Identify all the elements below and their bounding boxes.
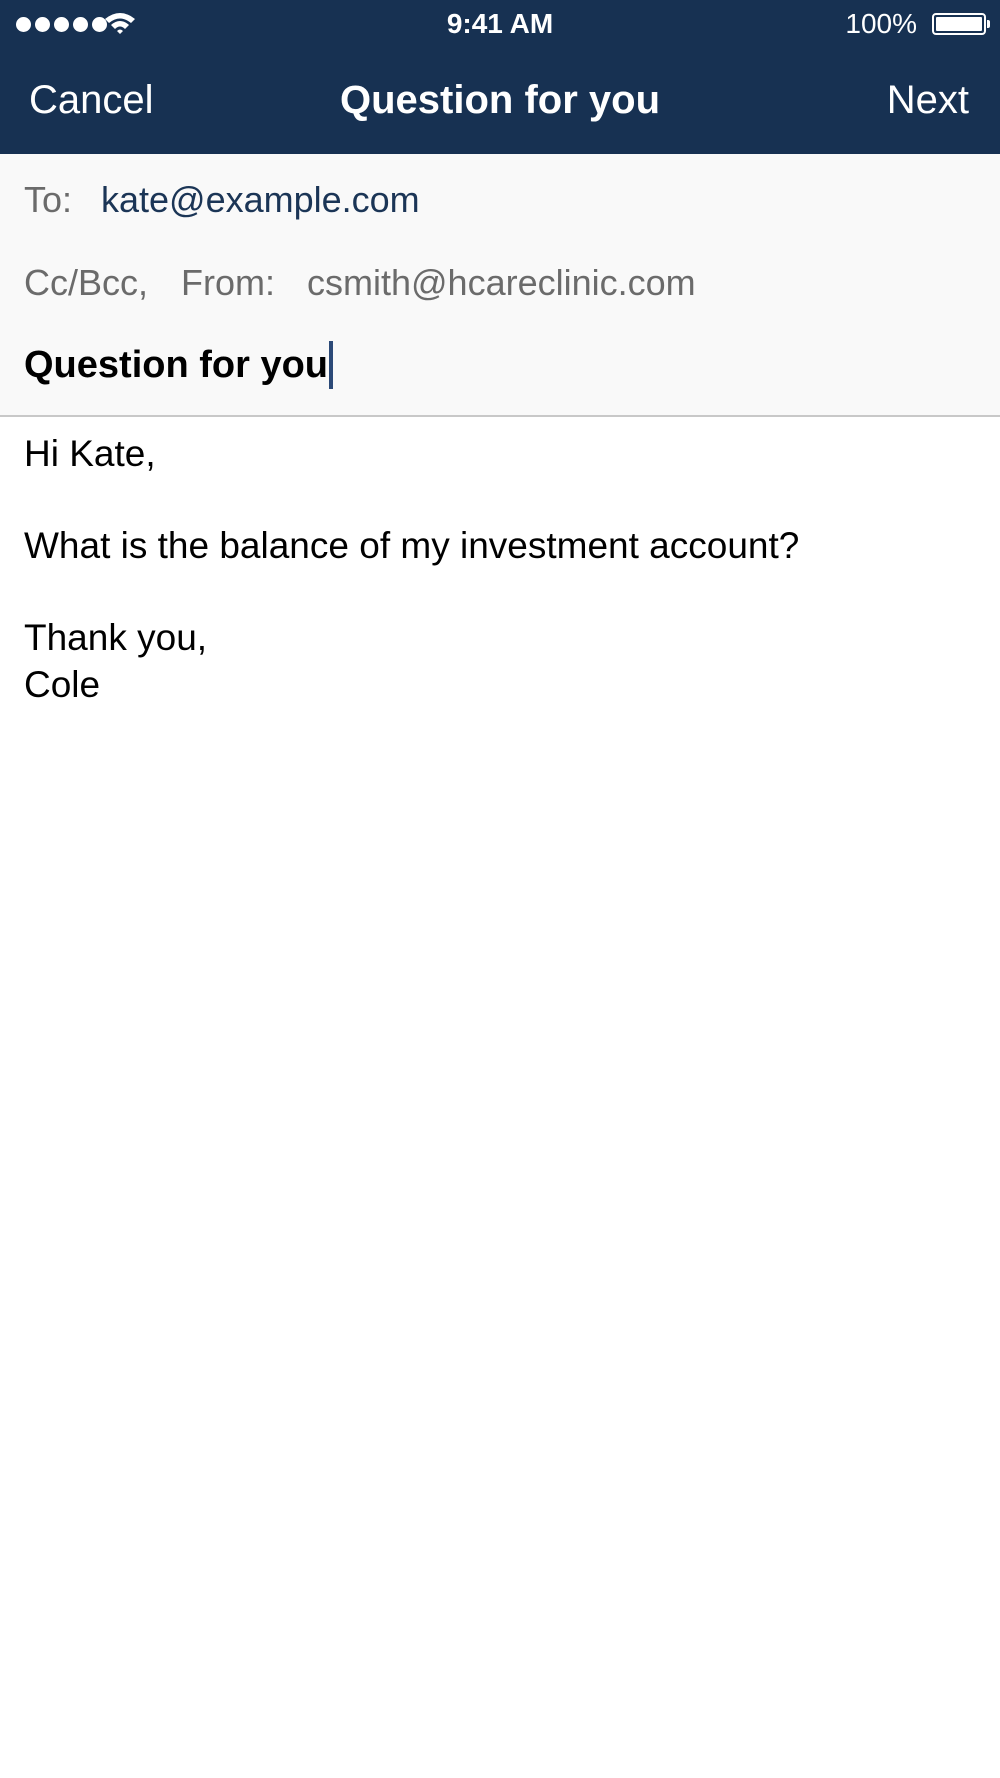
body-closing: Thank you, [24,617,208,658]
body-greeting: Hi Kate, [24,433,156,474]
battery-nub [987,20,990,28]
to-recipient-field[interactable]: kate@example.com [101,179,420,221]
subject-field[interactable]: Question for you [24,341,333,389]
battery-percentage: 100% [845,8,917,39]
next-button[interactable]: Next [887,78,969,123]
from-sender-field[interactable]: csmith@hcareclinic.com [307,262,696,304]
cc-bcc-field[interactable]: Cc/Bcc, [24,262,148,304]
subject-text: Question for you [24,343,328,386]
compose-header-fields: To: kate@example.com Cc/Bcc, From: csmit… [0,154,1000,417]
text-cursor [329,341,333,389]
navigation-bar: 9:41 AM 100% Cancel Question for you Nex… [0,0,1000,154]
page-title: Question for you [340,78,660,122]
battery-icon [932,13,990,35]
body-question: What is the balance of my investment acc… [24,525,800,566]
battery-fill [936,17,982,31]
body-signature: Cole [24,664,101,705]
from-label: From: [181,262,275,303]
status-bar: 9:41 AM 100% [0,0,1000,50]
to-label: To: [24,179,73,220]
